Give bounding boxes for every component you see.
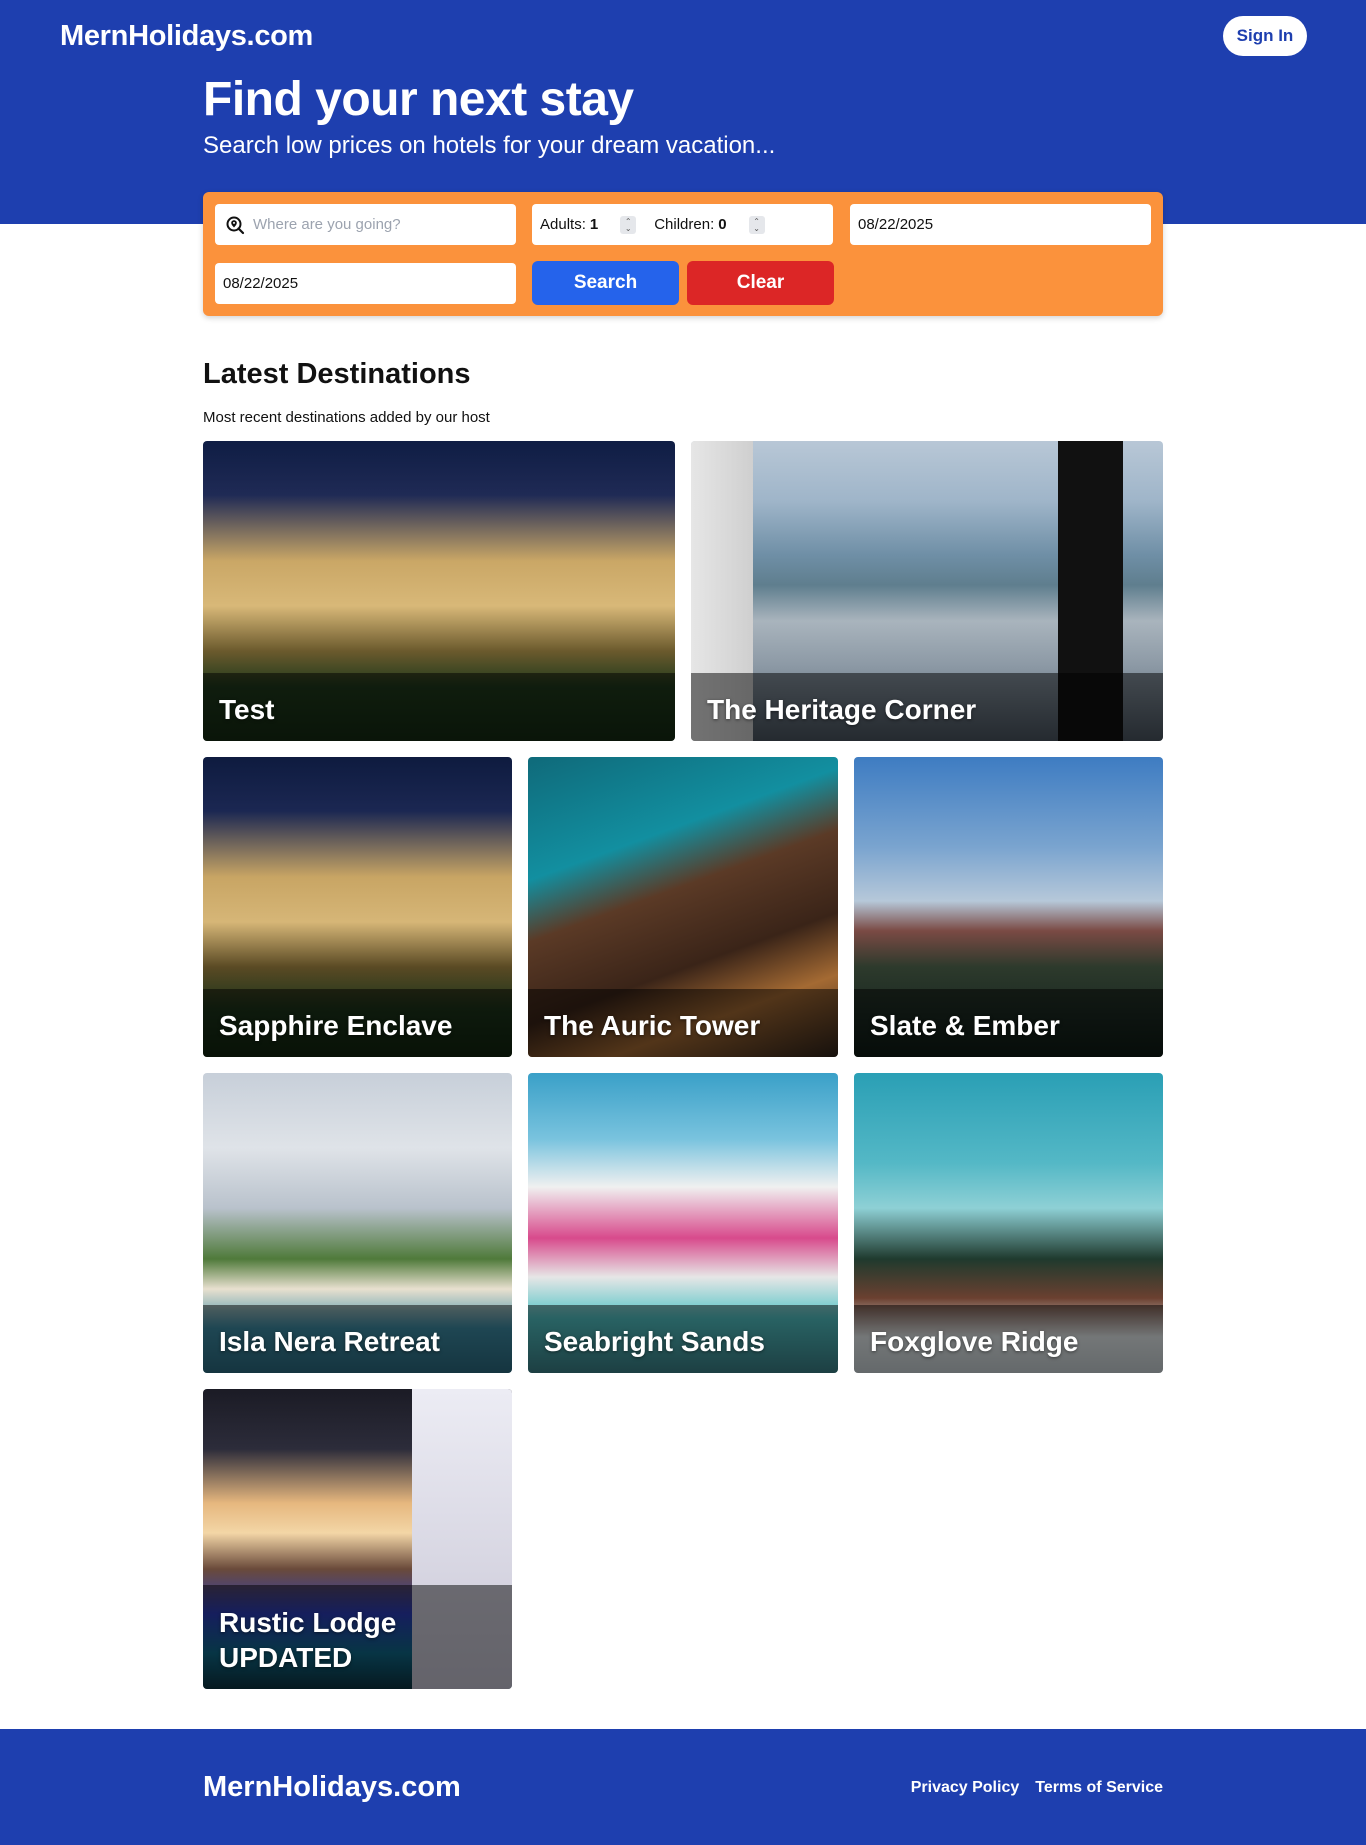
destination-name: Slate & Ember bbox=[870, 1010, 1060, 1041]
terms-of-service-link[interactable]: Terms of Service bbox=[1035, 1779, 1163, 1797]
adults-spin-icon[interactable]: ⌃ ⌄ bbox=[620, 215, 637, 234]
hero-subtitle: Search low prices on hotels for your dre… bbox=[203, 132, 776, 159]
destination-card-heritage-corner[interactable]: The Heritage Corner bbox=[691, 441, 1163, 741]
adults-value[interactable]: 1 bbox=[590, 216, 598, 233]
hero-title: Find your next stay bbox=[203, 73, 634, 126]
clear-button[interactable]: Clear bbox=[687, 261, 834, 305]
footer-links: Privacy Policy Terms of Service bbox=[911, 1779, 1163, 1797]
search-button[interactable]: Search bbox=[532, 261, 679, 305]
adults-label: Adults: bbox=[540, 216, 586, 233]
destination-name: Foxglove Ridge bbox=[870, 1326, 1079, 1357]
sign-in-button[interactable]: Sign In bbox=[1223, 16, 1307, 56]
destination-card-slate-ember[interactable]: Slate & Ember bbox=[854, 757, 1163, 1057]
destination-placeholder: Where are you going? bbox=[253, 216, 401, 233]
header-banner: MernHolidays.com Sign In Find your next … bbox=[0, 0, 1366, 224]
section-subtitle: Most recent destinations added by our ho… bbox=[203, 409, 490, 426]
guest-count-field: Adults: 1 ⌃ ⌄ Children: 0 ⌃ ⌄ bbox=[532, 204, 833, 245]
destination-name: Test bbox=[219, 694, 275, 725]
destination-name: Sapphire Enclave bbox=[219, 1010, 453, 1041]
privacy-policy-link[interactable]: Privacy Policy bbox=[911, 1779, 1020, 1797]
location-search-icon bbox=[225, 215, 245, 235]
destination-input[interactable]: Where are you going? bbox=[215, 204, 516, 245]
destination-card-auric-tower[interactable]: The Auric Tower bbox=[528, 757, 838, 1057]
destination-name: The Heritage Corner bbox=[707, 694, 977, 725]
children-label: Children: bbox=[654, 216, 715, 233]
children-stepper[interactable]: Children: 0 ⌃ ⌄ bbox=[654, 215, 765, 234]
destination-name: Seabright Sands bbox=[544, 1326, 765, 1357]
children-spin-icon[interactable]: ⌃ ⌄ bbox=[748, 215, 765, 234]
destination-card-foxglove-ridge[interactable]: Foxglove Ridge bbox=[854, 1073, 1163, 1373]
destination-name: Rustic Lodge UPDATED bbox=[219, 1607, 397, 1673]
destination-card-isla-nera[interactable]: Isla Nera Retreat bbox=[203, 1073, 512, 1373]
destination-name: Isla Nera Retreat bbox=[219, 1326, 441, 1357]
destination-card-sapphire-enclave[interactable]: Sapphire Enclave bbox=[203, 757, 512, 1057]
children-value[interactable]: 0 bbox=[718, 216, 726, 233]
adults-stepper[interactable]: Adults: 1 ⌃ ⌄ bbox=[540, 215, 637, 234]
search-bar: Where are you going? Adults: 1 ⌃ ⌄ Childr… bbox=[203, 192, 1163, 316]
site-logo[interactable]: MernHolidays.com bbox=[60, 20, 313, 53]
check-in-date-input[interactable]: 08/22/2025 bbox=[850, 204, 1151, 245]
destination-card-test[interactable]: Test bbox=[203, 441, 675, 741]
footer: MernHolidays.com Privacy Policy Terms of… bbox=[0, 1729, 1366, 1845]
destination-card-rustic-lodge[interactable]: Rustic Lodge UPDATED bbox=[203, 1389, 512, 1689]
destination-name: The Auric Tower bbox=[544, 1010, 761, 1041]
section-title: Latest Destinations bbox=[203, 358, 471, 390]
destination-card-seabright-sands[interactable]: Seabright Sands bbox=[528, 1073, 838, 1373]
check-out-date-input[interactable]: 08/22/2025 bbox=[215, 263, 516, 304]
footer-logo[interactable]: MernHolidays.com bbox=[203, 1771, 461, 1804]
